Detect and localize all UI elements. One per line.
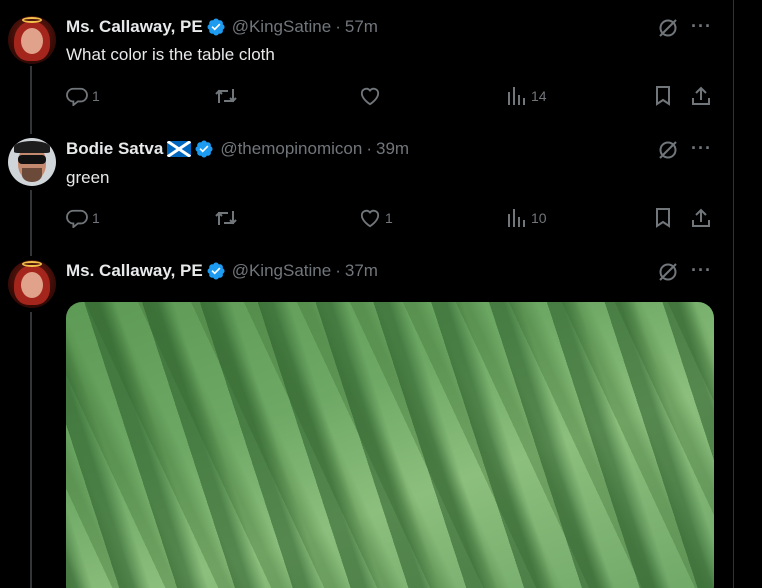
user-handle[interactable]: @themopinomicon	[220, 139, 362, 159]
timestamp[interactable]: 57m	[345, 17, 378, 37]
separator-dot: ·	[366, 139, 372, 158]
user-handle[interactable]: @KingSatine	[232, 17, 332, 37]
views-button[interactable]: 10	[507, 208, 547, 228]
timestamp[interactable]: 37m	[345, 261, 378, 281]
more-options-button[interactable]: ···	[691, 16, 712, 37]
user-handle[interactable]: @KingSatine	[232, 261, 332, 281]
retweet-icon	[215, 211, 237, 225]
column-border	[733, 0, 734, 588]
media-image[interactable]	[66, 302, 714, 588]
views-button[interactable]: 14	[507, 86, 547, 106]
display-name[interactable]: Bodie Satva	[66, 139, 163, 159]
reply-button[interactable]: 1	[66, 86, 100, 106]
tweet[interactable]: Ms. Callaway, PE @KingSatine · 57m ··· W…	[0, 0, 733, 124]
avatar[interactable]	[8, 260, 56, 308]
tweet-text: What color is the table cloth	[66, 45, 275, 64]
more-options-button[interactable]: ···	[691, 138, 712, 159]
display-name[interactable]: Ms. Callaway, PE	[66, 17, 203, 37]
avatar[interactable]	[8, 16, 56, 64]
analytics-icon	[508, 209, 525, 227]
bookmark-icon	[656, 208, 670, 228]
retweet-button[interactable]	[214, 86, 242, 106]
tweet-header: Ms. Callaway, PE @KingSatine · 57m	[66, 16, 378, 38]
timestamp[interactable]: 39m	[376, 139, 409, 159]
share-icon	[692, 208, 710, 227]
reply-count: 1	[92, 88, 100, 104]
share-button[interactable]	[691, 86, 711, 106]
tweet-header: Bodie Satva @themopinomicon · 39m	[66, 138, 409, 160]
like-button[interactable]: 1	[359, 208, 393, 228]
heart-icon	[360, 209, 380, 228]
reply-button[interactable]: 1	[66, 208, 100, 228]
tweet-text: green	[66, 168, 110, 187]
verified-badge-icon	[207, 262, 225, 280]
reply-icon	[66, 87, 88, 106]
retweet-button[interactable]	[214, 208, 242, 228]
like-button[interactable]	[359, 86, 385, 106]
bookmark-icon	[656, 86, 670, 106]
retweet-icon	[215, 89, 237, 103]
tweet-header: Ms. Callaway, PE @KingSatine · 37m	[66, 260, 378, 282]
reply-icon	[66, 209, 88, 228]
grok-icon[interactable]	[657, 17, 679, 39]
grok-icon[interactable]	[657, 139, 679, 161]
display-name[interactable]: Ms. Callaway, PE	[66, 261, 203, 281]
separator-dot: ·	[335, 261, 341, 280]
scotland-flag-icon	[167, 141, 192, 157]
bookmark-button[interactable]	[654, 86, 672, 106]
view-count: 10	[531, 210, 547, 226]
like-count: 1	[385, 210, 393, 226]
avatar[interactable]	[8, 138, 56, 186]
verified-badge-icon	[207, 18, 225, 36]
share-button[interactable]	[691, 208, 711, 228]
share-icon	[692, 86, 710, 105]
more-options-button[interactable]: ···	[691, 260, 712, 281]
analytics-icon	[508, 87, 525, 105]
heart-icon	[360, 87, 380, 106]
separator-dot: ·	[335, 17, 341, 36]
grok-icon[interactable]	[657, 261, 679, 283]
view-count: 14	[531, 88, 547, 104]
verified-badge-icon	[195, 140, 213, 158]
tweet[interactable]: Bodie Satva @themopinomicon · 39m ··· gr…	[0, 124, 733, 246]
reply-count: 1	[92, 210, 100, 226]
bookmark-button[interactable]	[654, 208, 672, 228]
